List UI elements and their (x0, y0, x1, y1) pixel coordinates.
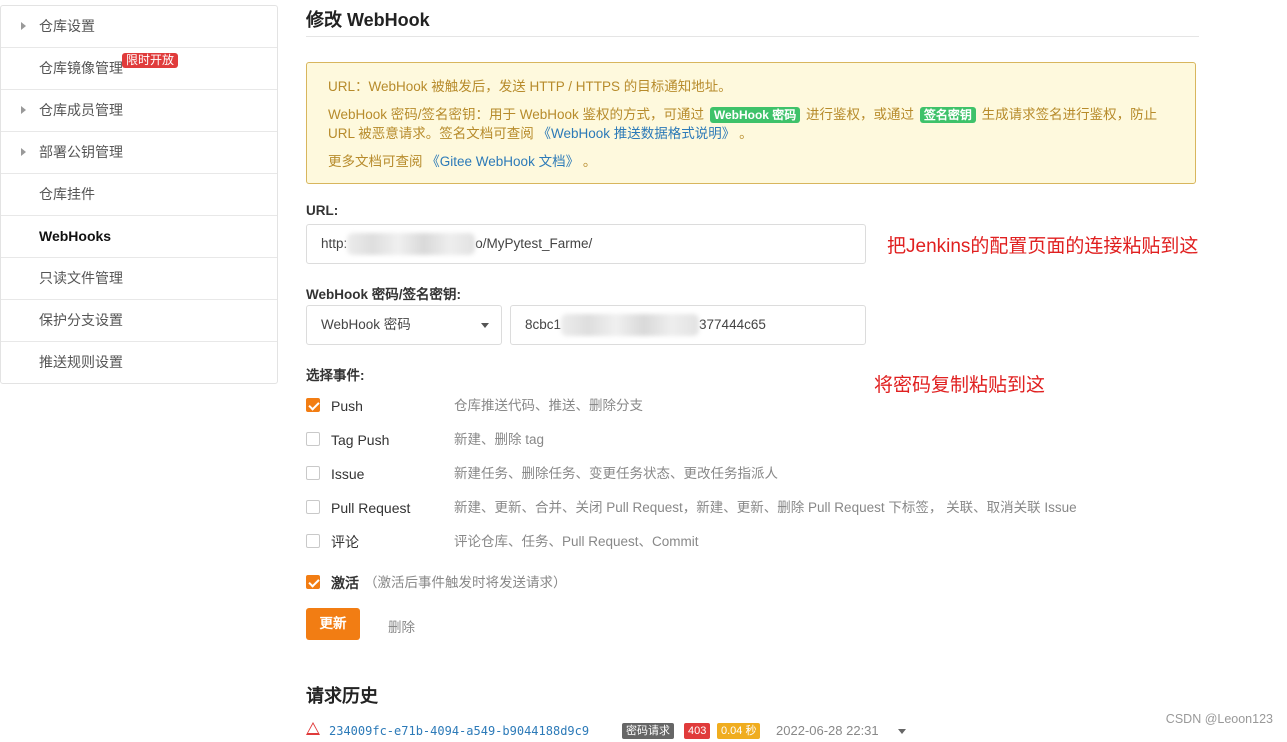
caret-right-icon (21, 148, 26, 156)
chevron-down-icon (481, 323, 489, 328)
sidebar-item-webhooks[interactable]: WebHooks (1, 216, 277, 258)
caret-right-icon (21, 106, 26, 114)
warning-icon (306, 722, 320, 735)
event-name: 评论 (331, 534, 359, 550)
event-name: Pull Request (331, 500, 411, 516)
url-label: URL: (306, 203, 339, 218)
url-annotation: 把Jenkins的配置页面的连接粘贴到这 (887, 236, 1199, 257)
title-divider (306, 36, 1199, 37)
notice-text: 进行鉴权，或通过 (806, 107, 915, 122)
sidebar-item-label: WebHooks (39, 228, 112, 244)
sidebar-item-repo-settings[interactable]: 仓库设置 (1, 6, 277, 48)
sidebar-item-label: 仓库成员管理 (39, 102, 123, 118)
secret-input[interactable]: 8cbc1 377444c65 (510, 305, 866, 345)
event-name: Issue (331, 466, 365, 482)
sidebar-item-push-rules[interactable]: 推送规则设置 (1, 342, 277, 383)
redacted-blur (561, 314, 700, 337)
activate-checkbox[interactable] (306, 575, 320, 589)
webhook-password-tag: WebHook 密码 (709, 107, 801, 123)
notice-text: 。 (582, 154, 597, 169)
sidebar-item-label: 部署公钥管理 (39, 144, 123, 160)
notice-text: WebHook 密码/签名密钥：用于 WebHook 鉴权的方式，可通过 (328, 107, 705, 122)
delete-button[interactable]: 删除 (388, 616, 415, 636)
secret-label: WebHook 密码/签名密钥: (306, 287, 461, 302)
activate-hint: （激活后事件触发时将发送请求） (364, 575, 567, 590)
limited-open-badge: 限时开放 (122, 53, 179, 68)
request-type-chip: 密码请求 (622, 723, 674, 739)
duration-chip: 0.04 秒 (717, 723, 761, 739)
url-input[interactable]: http: o/MyPytest_Farme/ (306, 224, 866, 264)
url-value-end: o/MyPytest_Farme/ (475, 236, 593, 251)
gitee-webhook-doc-link[interactable]: 《Gitee WebHook 文档》 (426, 154, 579, 169)
event-desc: 新建任务、删除任务、变更任务状态、更改任务指派人 (454, 466, 778, 481)
notice-secret-line: WebHook 密码/签名密钥：用于 WebHook 鉴权的方式，可通过 Web… (328, 105, 1175, 143)
event-desc: 新建、更新、合并、关闭 Pull Request，新建、更新、删除 Pull R… (454, 500, 1077, 515)
sidebar-item-readonly-files[interactable]: 只读文件管理 (1, 258, 277, 300)
sidebar-item-label: 只读文件管理 (39, 270, 123, 286)
secret-type-value: WebHook 密码 (321, 317, 411, 332)
notice-text: 更多文档可查阅 (328, 154, 423, 169)
sidebar-item-repo-mirror[interactable]: 仓库镜像管理 限时开放 (1, 48, 277, 90)
event-desc: 新建、删除 tag (454, 432, 545, 447)
request-time: 2022-06-28 22:31 (776, 723, 879, 738)
request-id-link[interactable]: 234009fc-e71b-4094-a549-b9044188d9c9 (329, 722, 589, 740)
sidebar-item-label: 仓库设置 (39, 18, 95, 34)
sidebar-item-repo-members[interactable]: 仓库成员管理 (1, 90, 277, 132)
event-desc: 评论仓库、任务、Pull Request、Commit (454, 534, 699, 549)
sidebar-item-label: 推送规则设置 (39, 354, 123, 370)
sign-key-tag: 签名密钥 (919, 107, 976, 123)
sidebar-item-label: 仓库挂件 (39, 186, 95, 202)
notice-text: 。 (739, 126, 753, 141)
notice-url-line: URL：WebHook 被触发后，发送 HTTP / HTTPS 的目标通知地址… (328, 79, 732, 94)
sidebar-item-protected-branches[interactable]: 保护分支设置 (1, 300, 277, 342)
sidebar-item-deploy-keys[interactable]: 部署公钥管理 (1, 132, 277, 174)
help-notice: URL：WebHook 被触发后，发送 HTTP / HTTPS 的目标通知地址… (306, 62, 1196, 184)
update-button[interactable]: 更新 (306, 608, 360, 640)
webhook-format-doc-link[interactable]: 《WebHook 推送数据格式说明》 (538, 126, 736, 141)
checkbox[interactable] (306, 432, 320, 446)
notice-more-line: 更多文档可查阅 《Gitee WebHook 文档》 。 (328, 152, 1175, 171)
events-label: 选择事件: (306, 368, 365, 383)
checkbox[interactable] (306, 500, 320, 514)
event-name: Push (331, 398, 363, 414)
sidebar-item-label: 保护分支设置 (39, 312, 123, 328)
secret-value-end: 377444c65 (699, 317, 766, 332)
history-title: 请求历史 (306, 686, 378, 706)
secret-value-start: 8cbc1 (525, 317, 562, 332)
page-title: 修改 WebHook (306, 10, 430, 30)
checkbox[interactable] (306, 534, 320, 548)
secret-type-select[interactable]: WebHook 密码 (306, 305, 502, 345)
status-code-chip: 403 (684, 723, 711, 739)
chevron-down-icon[interactable] (898, 729, 906, 734)
watermark: CSDN @Leoon123 (1165, 712, 1273, 726)
caret-right-icon (21, 22, 26, 30)
checkbox-checked[interactable] (306, 398, 320, 412)
checkbox[interactable] (306, 466, 320, 480)
settings-sidebar: 仓库设置 仓库镜像管理 限时开放 仓库成员管理 部署公钥管理 仓库挂件 WebH… (0, 5, 278, 384)
secret-annotation: 将密码复制粘贴到这 (874, 375, 1046, 396)
activate-label: 激活 (331, 575, 359, 591)
url-value-start: http: (321, 236, 348, 251)
redacted-blur (347, 233, 476, 256)
sidebar-item-repo-widgets[interactable]: 仓库挂件 (1, 174, 277, 216)
event-desc: 仓库推送代码、推送、删除分支 (454, 398, 643, 413)
event-name: Tag Push (331, 432, 390, 448)
sidebar-item-label: 仓库镜像管理 (39, 60, 123, 76)
